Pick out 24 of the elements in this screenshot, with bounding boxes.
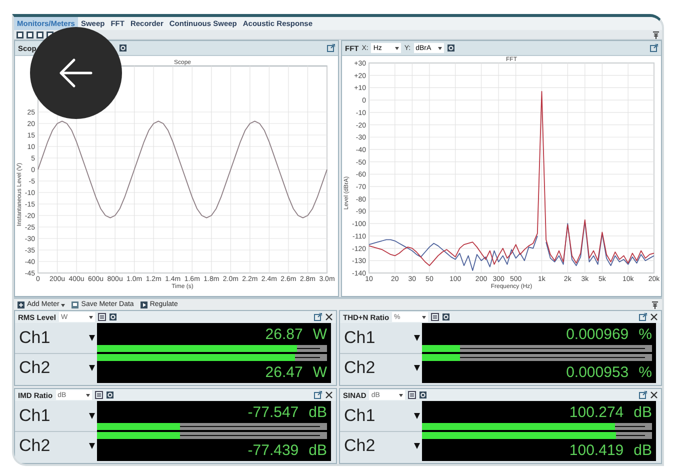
meter-unit: W — [312, 364, 327, 380]
channel-label: Ch1 — [19, 328, 50, 348]
meter-unit: W — [312, 326, 327, 342]
channel-label: Ch2 — [19, 358, 50, 378]
channel-label: Ch2 — [19, 436, 50, 456]
meter-unit: dB — [308, 442, 327, 458]
meter-value: 100.274 — [569, 404, 624, 420]
channel-label: Ch1 — [344, 406, 376, 426]
channel-label: Ch2 — [344, 436, 376, 456]
meter-value: 0.000969 — [566, 326, 629, 342]
meter-unit: % — [638, 326, 652, 342]
channel-label: Ch1 — [19, 406, 50, 426]
meter-unit: % — [638, 364, 652, 380]
channel-label: Ch2 — [344, 358, 376, 378]
meter-value: 0.000953 — [566, 364, 629, 380]
meter-unit: dB — [634, 404, 652, 420]
channel-label: Ch1 — [344, 328, 376, 348]
meter-unit: dB — [634, 442, 652, 458]
meter-value: -77.547 — [248, 404, 299, 420]
meter-unit: dB — [308, 404, 327, 420]
meter-value: 100.419 — [569, 442, 624, 458]
meter-value: 26.47 — [265, 364, 303, 380]
meter-value: 26.87 — [265, 326, 303, 342]
meter-value: -77.439 — [248, 442, 299, 458]
